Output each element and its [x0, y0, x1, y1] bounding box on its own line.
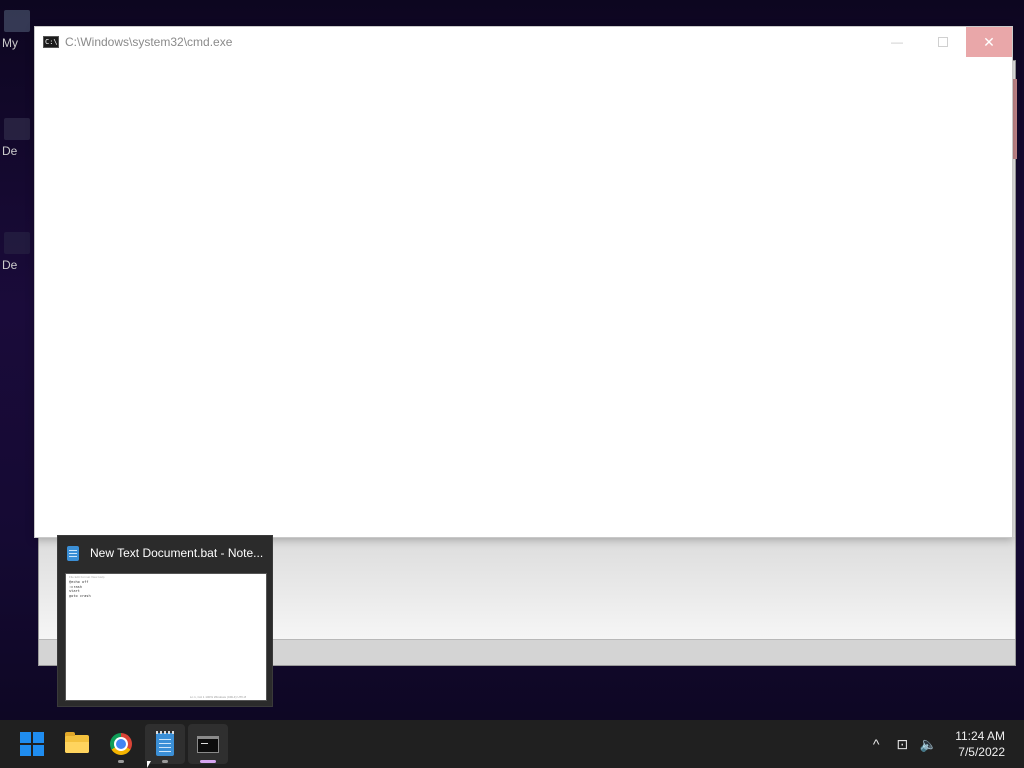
taskbar-notepad[interactable] [145, 724, 185, 764]
running-indicator [162, 760, 168, 763]
notepad-icon [67, 545, 79, 561]
cmd-window-title: C:\Windows\system32\cmd.exe [65, 35, 233, 49]
maximize-icon [938, 37, 948, 47]
clock-date: 7/5/2022 [958, 745, 1005, 759]
desktop-icon-3[interactable]: De [0, 232, 34, 272]
minimize-icon: — [891, 35, 903, 49]
active-indicator [200, 760, 216, 763]
cmd-title-bar[interactable]: C:\ C:\Windows\system32\cmd.exe — ✕ [35, 27, 1012, 57]
desktop-icon-this-pc[interactable]: My [0, 10, 34, 50]
taskbar-thumbnail-popup[interactable]: New Text Document.bat - Note... File Edi… [57, 535, 273, 707]
taskbar-file-explorer[interactable] [57, 724, 97, 764]
computer-icon [4, 10, 30, 32]
maximize-button[interactable] [920, 27, 966, 57]
chrome-icon [110, 733, 132, 755]
folder-icon [65, 732, 89, 753]
thumbnail-title: New Text Document.bat - Note... [90, 546, 264, 560]
thumbnail-preview[interactable]: File Edit Format View Help @echo off :cr… [65, 573, 267, 701]
preview-status-bar: Ln 1, Col 1 100% Windows (CRLF) UTF-8 [189, 695, 246, 699]
running-indicator [118, 760, 124, 763]
preview-text: @echo off :crash start goto crash [69, 580, 91, 598]
network-icon[interactable]: ⊡ [889, 736, 915, 753]
notepad-icon [156, 730, 174, 756]
windows-start-icon [20, 732, 44, 756]
window-controls: — ✕ [874, 27, 1012, 57]
desktop-icon-label: De [2, 144, 18, 158]
terminal-icon [197, 735, 219, 753]
cmd-app-icon: C:\ [43, 36, 59, 48]
desktop-icon-2[interactable]: De [0, 118, 34, 158]
show-hidden-icons-button[interactable]: ^ [863, 736, 889, 752]
mouse-cursor [147, 761, 151, 768]
cmd-window[interactable]: C:\ C:\Windows\system32\cmd.exe — ✕ [34, 26, 1013, 538]
clock[interactable]: 11:24 AM 7/5/2022 [941, 728, 1024, 760]
desktop-icon-label: My [2, 36, 18, 50]
file-icon [4, 118, 30, 140]
taskbar-chrome[interactable] [101, 724, 141, 764]
taskbar: ^ ⊡ 🔈 11:24 AM 7/5/2022 [0, 720, 1024, 768]
file-icon [4, 232, 30, 254]
system-tray: ^ ⊡ 🔈 11:24 AM 7/5/2022 [863, 720, 1024, 768]
volume-icon[interactable]: 🔈 [915, 736, 941, 753]
desktop-icon-label: De [2, 258, 18, 272]
cmd-console-area[interactable] [35, 57, 1012, 537]
start-button[interactable] [12, 724, 52, 764]
minimize-button[interactable]: — [874, 27, 920, 57]
taskbar-cmd[interactable] [188, 724, 228, 764]
close-button[interactable]: ✕ [966, 27, 1012, 57]
thumbnail-header: New Text Document.bat - Note... [58, 536, 272, 570]
clock-time: 11:24 AM [955, 729, 1005, 743]
close-icon: ✕ [983, 33, 995, 50]
